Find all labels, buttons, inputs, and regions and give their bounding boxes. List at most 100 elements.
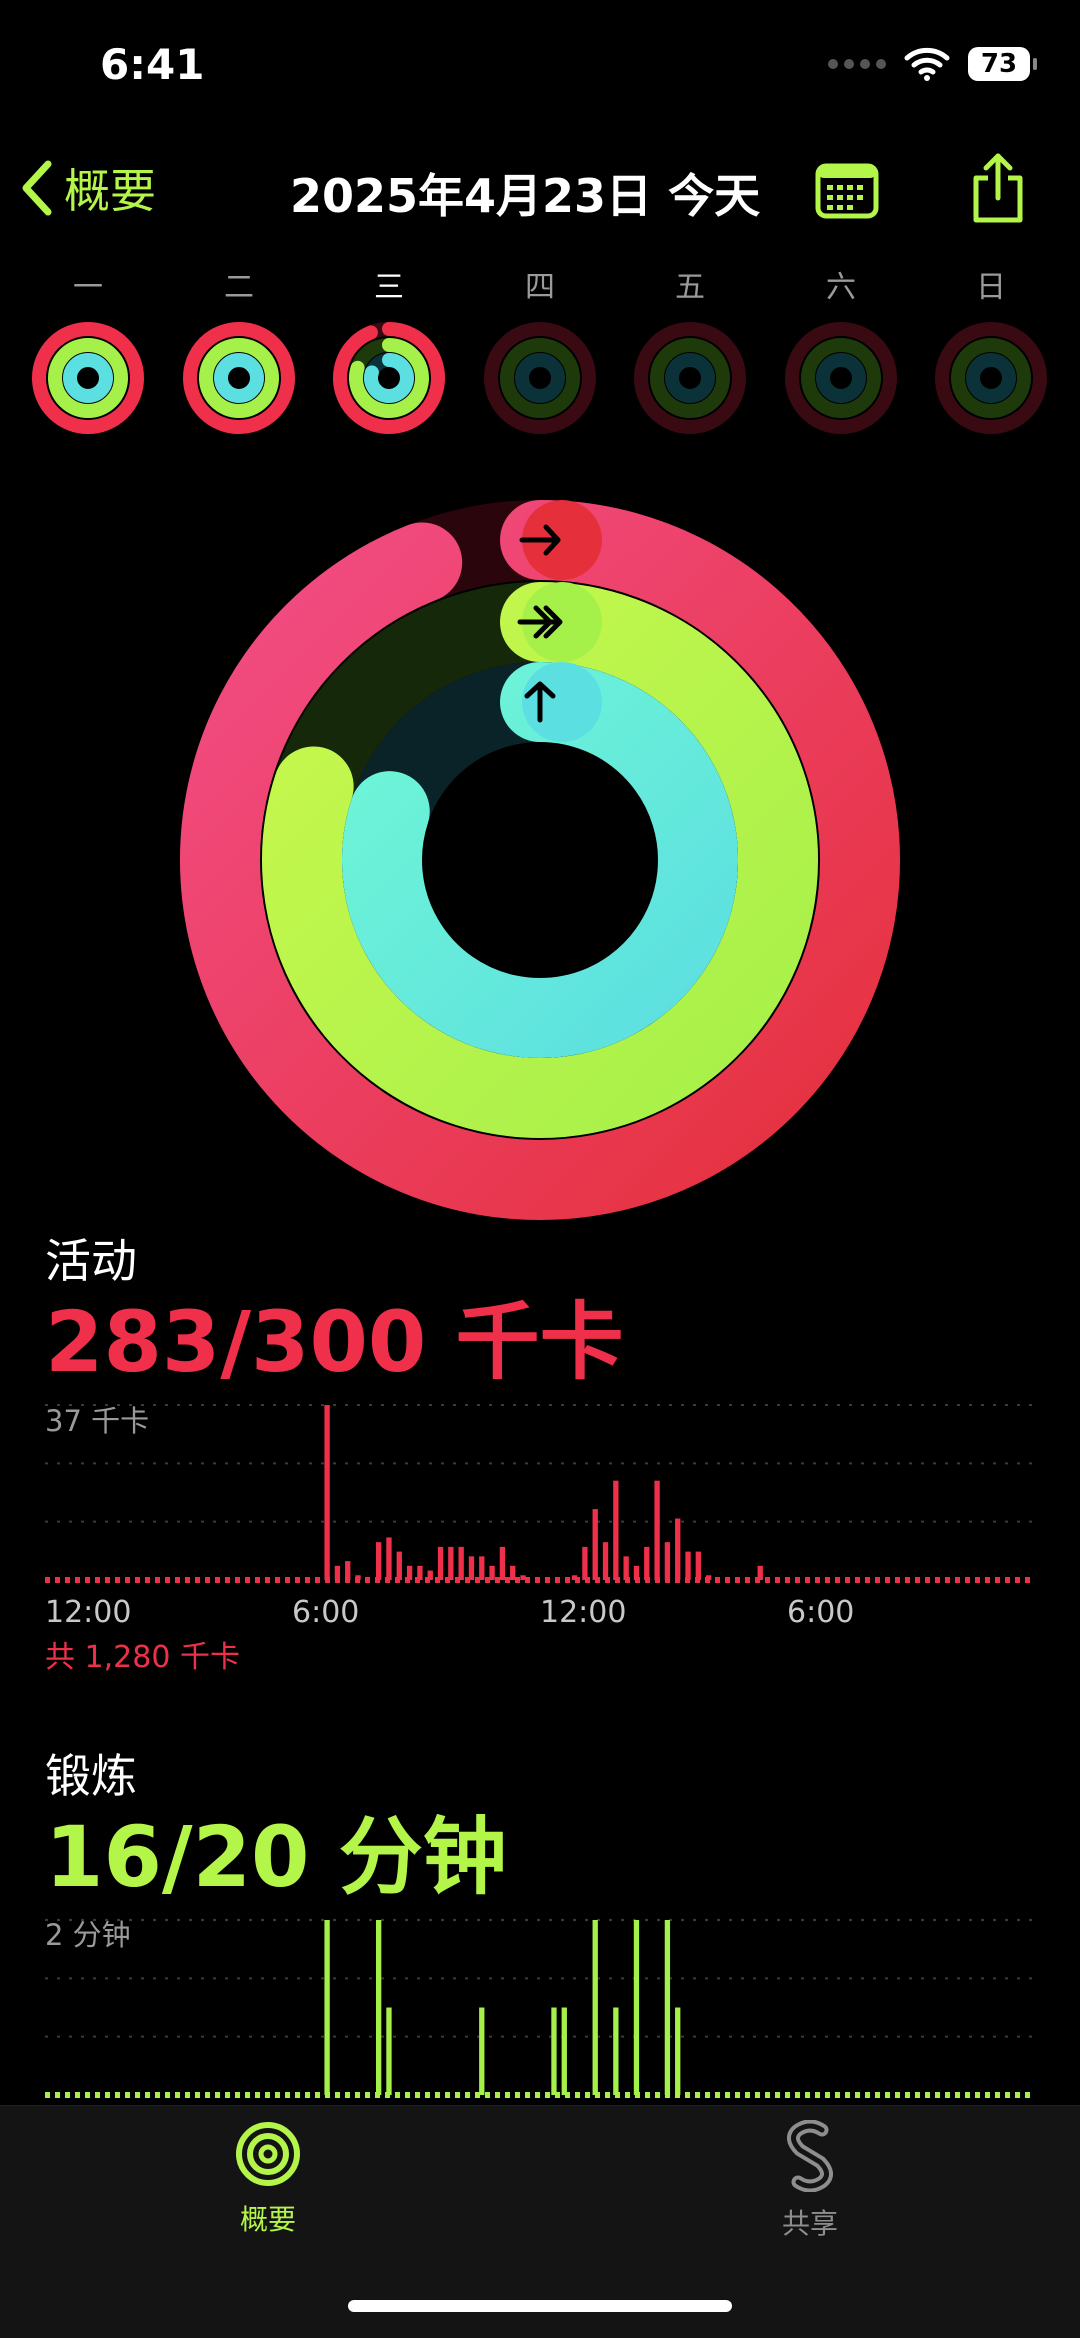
- mini-ring-track: [665, 353, 715, 403]
- activity-bar: [406, 1565, 413, 1580]
- activity-bar: [499, 1546, 506, 1580]
- tab-sharing[interactable]: 共享: [710, 2119, 910, 2242]
- week-day-rings[interactable]: [933, 320, 1049, 436]
- activity-bar: [571, 1575, 578, 1580]
- back-label: 概要: [64, 164, 156, 218]
- mini-ring-track: [816, 353, 866, 403]
- week-day-rings[interactable]: [482, 320, 598, 436]
- week-day-text: 六: [826, 270, 856, 305]
- status-time: 6:41: [100, 40, 205, 89]
- activity-bar: [510, 1565, 516, 1580]
- exercise-bar: [376, 1920, 382, 2095]
- page-title: 2025年4月23日 今天: [290, 169, 761, 223]
- activity-tick-0: 12:00: [45, 1595, 132, 1630]
- activity-bar: [623, 1556, 629, 1580]
- sharing-icon: [787, 2119, 833, 2193]
- activity-bar: [458, 1546, 464, 1580]
- activity-bar: [355, 1575, 361, 1580]
- activity-bar: [685, 1551, 691, 1580]
- week-day-label: 四: [510, 262, 570, 314]
- mini-ring-progress: [214, 353, 264, 403]
- activity-bar: [664, 1542, 671, 1580]
- tab-summary[interactable]: 概要: [168, 2120, 368, 2238]
- calendar-button[interactable]: [815, 160, 879, 224]
- activity-bar: [345, 1561, 351, 1580]
- activity-bar: [386, 1537, 392, 1580]
- activity-bar: [633, 1565, 640, 1580]
- activity-rings: [180, 500, 900, 1220]
- tab-sharing-label: 共享: [781, 2207, 838, 2240]
- week-day-label: 三: [359, 262, 419, 318]
- activity-bar: [644, 1546, 650, 1580]
- week-day-label: 二: [209, 262, 269, 314]
- activity-bar: [675, 1518, 681, 1580]
- activity-bar: [654, 1480, 660, 1580]
- activity-bar: [695, 1551, 701, 1580]
- exercise-value: 16/20 分钟: [45, 1808, 507, 1906]
- wifi-icon: [904, 47, 950, 81]
- chevron-left-icon: [22, 160, 52, 216]
- home-indicator: [348, 2300, 732, 2312]
- cellular-signal-icon: [828, 59, 886, 69]
- exercise-bar: [633, 1920, 640, 2095]
- activity-bar: [417, 1565, 423, 1580]
- activity-bar: [613, 1480, 619, 1580]
- activity-bar: [396, 1551, 402, 1580]
- week-day-label: 日: [961, 262, 1021, 314]
- activity-total: 共 1,280 千卡: [45, 1640, 240, 1675]
- activity-bar: [489, 1565, 495, 1580]
- activity-tick-2: 12:00: [540, 1595, 627, 1630]
- exercise-bar: [479, 2007, 485, 2095]
- rings-icon: [236, 2122, 300, 2186]
- week-day-rings[interactable]: [181, 320, 297, 436]
- stand-ring-cap: [522, 662, 602, 742]
- activity-bar: [757, 1565, 763, 1580]
- share-icon: [973, 153, 1023, 223]
- activity-value: 283/300 千卡: [45, 1293, 624, 1391]
- activity-bar: [468, 1556, 475, 1580]
- week-day-rings[interactable]: [632, 320, 748, 436]
- week-day-label: 一: [58, 262, 118, 314]
- week-day-text: 三: [374, 270, 404, 305]
- battery-icon: 73: [968, 47, 1037, 81]
- week-day-text: 二: [224, 270, 254, 305]
- activity-bar: [448, 1546, 454, 1580]
- exercise-bar: [613, 2007, 619, 2095]
- activity-bar: [479, 1556, 485, 1580]
- activity-bar: [592, 1509, 598, 1580]
- week-day-text: 一: [73, 270, 103, 305]
- activity-bar: [437, 1546, 444, 1580]
- activity-tick-1: 6:00: [292, 1595, 360, 1630]
- activity-bar: [520, 1575, 526, 1580]
- week-day-label: 六: [811, 262, 871, 314]
- activity-bar: [324, 1405, 330, 1580]
- activity-bar: [376, 1542, 382, 1580]
- calendar-icon: [815, 163, 879, 219]
- exercise-bar: [592, 1920, 598, 2095]
- exercise-chart: [45, 1919, 1035, 2098]
- week-day-rings[interactable]: [30, 320, 146, 436]
- week-day-label: 五: [660, 262, 720, 314]
- tab-summary-label: 概要: [239, 2203, 296, 2236]
- back-button[interactable]: 概要: [20, 155, 156, 221]
- activity-bar: [334, 1565, 341, 1580]
- activity-tick-3: 6:00: [787, 1595, 855, 1630]
- week-day-text: 四: [525, 270, 555, 305]
- mini-ring-track: [515, 353, 565, 403]
- exercise-bar: [675, 2007, 681, 2095]
- exercise-bar: [324, 1920, 330, 2095]
- share-button[interactable]: [968, 152, 1028, 228]
- week-day-text: 日: [976, 270, 1006, 305]
- mini-ring-progress: [63, 353, 113, 403]
- activity-bar: [602, 1542, 609, 1580]
- week-day-text: 五: [675, 270, 705, 305]
- activity-chart: [45, 1404, 1035, 1583]
- mini-ring-track: [966, 353, 1016, 403]
- week-day-rings[interactable]: [783, 320, 899, 436]
- activity-bar: [582, 1546, 588, 1580]
- week-day-rings[interactable]: [331, 320, 447, 436]
- exercise-bar: [386, 2007, 392, 2095]
- activity-bar: [427, 1570, 433, 1580]
- exercise-bar: [551, 2007, 557, 2095]
- exercise-bar: [561, 2007, 567, 2095]
